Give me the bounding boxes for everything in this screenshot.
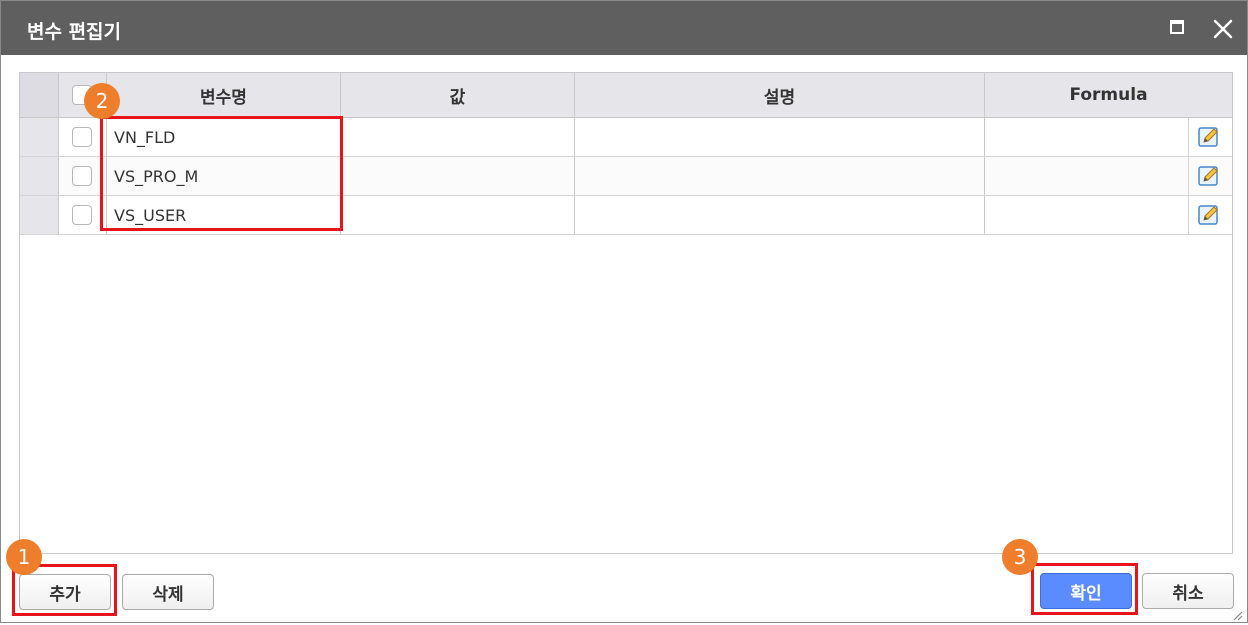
row-checkbox[interactable] — [72, 166, 92, 186]
delete-button[interactable]: 삭제 — [122, 574, 214, 610]
variable-name-cell[interactable]: VS_PRO_M — [107, 157, 341, 195]
title-bar[interactable]: 변수 편집기 — [1, 1, 1247, 55]
formula-text[interactable] — [985, 118, 1189, 156]
row-number-header — [20, 73, 59, 117]
add-button[interactable]: 추가 — [19, 574, 111, 610]
variable-grid: 변수명 값 설명 Formula VN_FLD VS_PRO_M VS_USER — [19, 72, 1233, 554]
edit-pencil-icon[interactable] — [1197, 164, 1221, 188]
table-row[interactable]: VS_PRO_M — [20, 157, 1232, 196]
ok-button[interactable]: 확인 — [1040, 573, 1132, 609]
formula-cell — [985, 118, 1232, 156]
column-header-formula[interactable]: Formula — [985, 73, 1232, 117]
column-header-description[interactable]: 설명 — [575, 73, 985, 117]
step-badge-1: 1 — [6, 539, 42, 575]
value-cell[interactable] — [341, 118, 575, 156]
description-cell[interactable] — [575, 196, 985, 234]
row-select-cell — [59, 196, 107, 234]
table-row[interactable]: VS_USER — [20, 196, 1232, 235]
close-icon[interactable] — [1212, 18, 1234, 40]
step-badge-3: 3 — [1002, 539, 1038, 575]
row-number-cell — [20, 157, 59, 195]
step-badge-2: 2 — [84, 83, 120, 119]
variable-name-cell[interactable]: VN_FLD — [107, 118, 341, 156]
row-number-cell — [20, 196, 59, 234]
cancel-button[interactable]: 취소 — [1142, 573, 1234, 609]
column-header-name[interactable]: 변수명 — [107, 73, 341, 117]
resize-grip-icon[interactable] — [1231, 606, 1243, 621]
variable-editor-dialog: 변수 편집기 변수명 값 설명 Formula VN_FLD VS_PRO_M … — [0, 0, 1248, 623]
formula-cell — [985, 157, 1232, 195]
row-checkbox[interactable] — [72, 205, 92, 225]
column-header-value[interactable]: 값 — [341, 73, 575, 117]
description-cell[interactable] — [575, 157, 985, 195]
edit-pencil-icon[interactable] — [1197, 125, 1221, 149]
formula-text[interactable] — [985, 196, 1189, 234]
variable-name-cell[interactable]: VS_USER — [107, 196, 341, 234]
table-row[interactable]: VN_FLD — [20, 118, 1232, 157]
grid-header: 변수명 값 설명 Formula — [20, 73, 1232, 118]
description-cell[interactable] — [575, 118, 985, 156]
formula-text[interactable] — [985, 157, 1189, 195]
value-cell[interactable] — [341, 196, 575, 234]
formula-cell — [985, 196, 1232, 234]
row-number-cell — [20, 118, 59, 156]
value-cell[interactable] — [341, 157, 575, 195]
edit-pencil-icon[interactable] — [1197, 203, 1221, 227]
row-select-cell — [59, 118, 107, 156]
dialog-title: 변수 편집기 — [27, 21, 122, 43]
maximize-icon[interactable] — [1168, 18, 1190, 40]
row-select-cell — [59, 157, 107, 195]
row-checkbox[interactable] — [72, 127, 92, 147]
